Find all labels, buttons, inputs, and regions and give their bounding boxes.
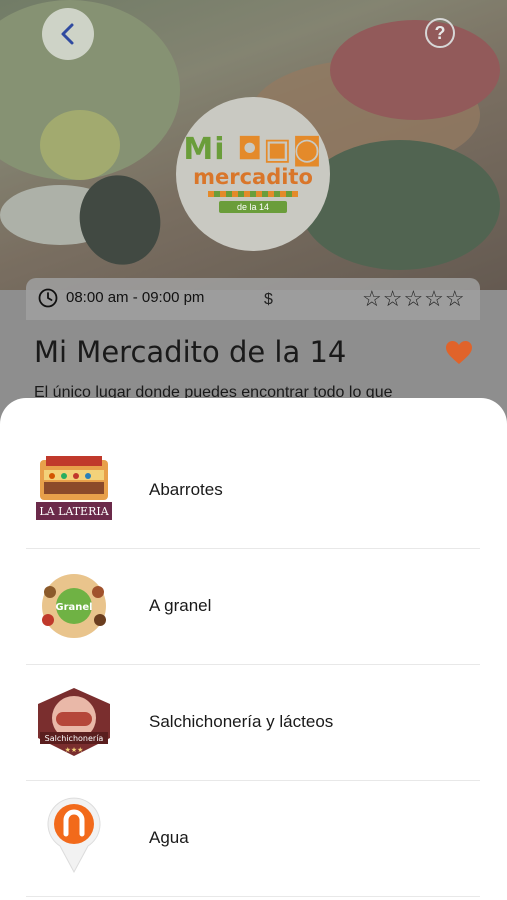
chevron-left-icon [61, 23, 74, 45]
clock-icon [38, 288, 58, 308]
salchichoneria-logo: Salchichonería ★★★ [38, 688, 110, 756]
logo-text-top: Mi [183, 132, 226, 167]
svg-text:★★★: ★★★ [65, 746, 84, 754]
store-logo: Mi ◘▣◙ mercadito de la 14 [176, 97, 330, 251]
price-level: $ [264, 291, 273, 308]
logo-decoration [208, 191, 298, 197]
category-label: Agua [149, 828, 189, 847]
logo-text-mid: mercadito [193, 165, 313, 189]
back-button[interactable] [42, 8, 94, 60]
category-label: Salchichonería y lácteos [149, 712, 334, 731]
store-hours: 08:00 am - 09:00 pm [66, 289, 205, 306]
store-info-bar: 08:00 am - 09:00 pm $ ☆☆☆☆☆ [26, 278, 480, 320]
help-button[interactable]: ? [425, 18, 455, 48]
category-item-abarrotes[interactable]: LA LATERIA Abarrotes [26, 432, 480, 549]
category-item-salchichoneria[interactable]: Salchichonería ★★★ Salchichonería y láct… [26, 664, 480, 781]
category-sheet: LA LATERIA Abarrotes Granel A granel Sal… [0, 398, 507, 900]
svg-text:Salchichonería: Salchichonería [45, 734, 104, 743]
granel-logo: Granel [42, 574, 106, 638]
store-name: Mi Mercadito de la 14 [34, 335, 347, 369]
svg-text:LA LATERIA: LA LATERIA [39, 505, 109, 518]
category-label: A granel [149, 596, 212, 615]
svg-text:Granel: Granel [55, 602, 92, 613]
question-circle-icon: ? [434, 22, 446, 43]
abarrotes-la-lateria-logo: LA LATERIA [36, 456, 112, 520]
logo-text-small: de la 14 [218, 201, 288, 213]
agua-location-pin-logo [47, 797, 101, 874]
category-item-a-granel[interactable]: Granel A granel [26, 548, 480, 665]
favorite-heart-icon[interactable] [445, 340, 473, 366]
rating-stars: ☆☆☆☆☆ [362, 286, 466, 311]
category-label: Abarrotes [149, 480, 223, 499]
category-item-agua[interactable]: Agua [26, 780, 480, 897]
